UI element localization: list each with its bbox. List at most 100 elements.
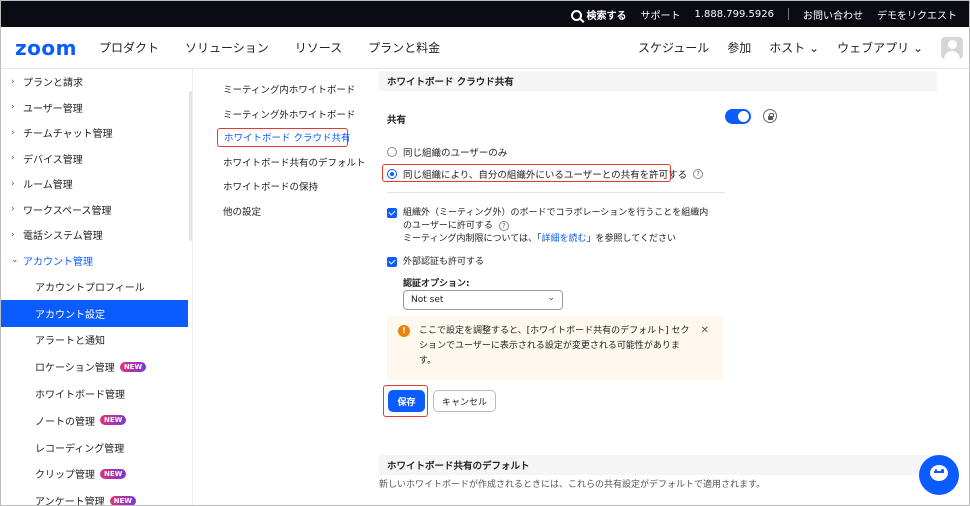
sidebar-item-users[interactable]: › ユーザー管理 — [1, 95, 192, 121]
nav-webapp-label: ウェブアプリ — [837, 41, 910, 55]
note-text: ミーティング内制限については、「 — [403, 234, 542, 244]
check-external-auth[interactable]: 外部認証も許可する — [387, 256, 484, 269]
radio-label: 同じ組織により、自分の組織外にいるユーザーとの共有を許可する — [403, 170, 688, 181]
sidebar-sub-notes[interactable]: ノートの管理 NEW — [1, 407, 192, 434]
subnav-retention[interactable]: ホワイトボードの保持 — [215, 174, 365, 198]
app-window: 検索する サポート 1.888.799.5926 お問い合わせ デモをリクエスト… — [0, 0, 970, 506]
chevron-down-icon: ⌄ — [805, 41, 820, 55]
nav-join[interactable]: 参加 — [727, 39, 751, 56]
sidebar-sub-label: ノートの管理 — [35, 416, 95, 428]
chevron-right-icon: › — [11, 229, 15, 240]
sidebar-item-label: アカウント管理 — [23, 256, 93, 268]
nav-resources[interactable]: リソース — [295, 39, 342, 56]
chevron-right-icon: › — [11, 76, 15, 87]
radio-button-selected[interactable] — [387, 169, 397, 179]
radio-label: 同じ組織のユーザーのみ — [403, 148, 508, 159]
sidebar-item-devices[interactable]: › デバイス管理 — [1, 146, 192, 172]
note-text: 」を参照してください — [586, 234, 676, 244]
chevron-right-icon: › — [11, 102, 15, 113]
sidebar-sub-clips[interactable]: クリップ管理 NEW — [1, 461, 192, 488]
radio-allow-external[interactable]: 同じ組織により、自分の組織外にいるユーザーとの共有を許可する ? — [387, 167, 704, 181]
subnav-in-meeting[interactable]: ミーティング内ホワイトボード — [215, 77, 365, 101]
chevron-right-icon: › — [11, 204, 15, 215]
sidebar-sub-label: レコーディング管理 — [35, 443, 125, 455]
settings-panel: ホワイトボード クラウド共有 共有 同じ組織のユーザーのみ 同じ組織により、自分… — [379, 69, 939, 505]
checkbox-note: ミーティング内制限については、「詳細を読む」を参照してください — [403, 233, 708, 246]
support-link[interactable]: サポート — [640, 7, 680, 22]
chat-assistant-button[interactable] — [919, 455, 959, 495]
nav-solutions[interactable]: ソリューション — [185, 39, 269, 56]
nav-webapp[interactable]: ウェブアプリ ⌄ — [837, 39, 923, 56]
share-toggle[interactable] — [725, 109, 751, 124]
warning-alert: ! ここで設定を調整すると、[ホワイトボード共有のデフォルト] セクションでユー… — [387, 316, 723, 380]
sidebar-sub-surveys[interactable]: アンケート管理 NEW — [1, 487, 192, 506]
radio-button[interactable] — [387, 147, 397, 157]
select-value: Not set — [411, 295, 444, 305]
sidebar-item-plans[interactable]: › プランと請求 — [1, 69, 192, 95]
subnav-sharing-defaults[interactable]: ホワイトボード共有のデフォルト — [215, 150, 366, 174]
sidebar-sub-recordings[interactable]: レコーディング管理 — [1, 434, 192, 461]
nav-pricing[interactable]: プランと料金 — [368, 39, 440, 56]
search-icon — [571, 9, 583, 21]
sidebar-item-label: ワークスペース管理 — [23, 205, 112, 217]
share-label: 共有 — [387, 115, 407, 126]
auth-options-select[interactable]: Not set ⌄ — [403, 290, 563, 310]
sidebar-sub-account-settings[interactable]: アカウント設定 — [1, 299, 188, 327]
sidebar-item-rooms[interactable]: › ルーム管理 — [1, 171, 192, 197]
chat-icon — [934, 469, 944, 472]
demo-link[interactable]: デモをリクエスト — [877, 7, 957, 22]
new-badge: NEW — [100, 415, 127, 426]
sidebar-sub-alerts[interactable]: アラートと通知 — [1, 327, 192, 354]
checkbox-checked[interactable] — [387, 257, 397, 267]
close-icon[interactable]: ✕ — [701, 323, 709, 338]
contact-link[interactable]: お問い合わせ — [803, 7, 863, 22]
help-icon[interactable]: ? — [693, 169, 704, 179]
checkbox-checked[interactable] — [387, 208, 397, 218]
warning-icon: ! — [398, 325, 410, 337]
sidebar-item-workspaces[interactable]: › ワークスペース管理 — [1, 197, 192, 223]
nav-schedule[interactable]: スケジュール — [638, 39, 709, 56]
sidebar-item-account[interactable]: ⌄ アカウント管理 — [1, 248, 192, 274]
save-button[interactable]: 保存 — [388, 390, 425, 412]
subnav-outside-meeting[interactable]: ミーティング外ホワイトボード — [215, 101, 365, 125]
sidebar-item-team-chat[interactable]: › チームチャット管理 — [1, 120, 192, 146]
check-collaborate-outside[interactable]: 組織外（ミーティング外）のボードでコラボレーションを行うことを組織内 のユーザー… — [387, 207, 708, 246]
help-icon[interactable]: ? — [498, 221, 509, 231]
nav-product[interactable]: プロダクト — [99, 39, 159, 56]
sidebar-sub-label: クリップ管理 — [35, 470, 95, 482]
subnav-cloud-sharing[interactable]: ホワイトボード クラウド共有 — [217, 127, 351, 147]
sidebar-sub-locations[interactable]: ロケーション管理 NEW — [1, 353, 192, 380]
checkbox-label-cont: のユーザーに許可する — [403, 221, 493, 231]
top-utility-bar: 検索する サポート 1.888.799.5926 お問い合わせ デモをリクエスト — [1, 1, 969, 27]
sidebar: › プランと請求 › ユーザー管理 › チームチャット管理 › デバイス管理 › ルーム管… — [1, 69, 193, 506]
radio-same-org[interactable]: 同じ組織のユーザーのみ — [387, 145, 507, 159]
cancel-button[interactable]: キャンセル — [433, 390, 496, 412]
sidebar-sub-whiteboard[interactable]: ホワイトボード管理 — [1, 380, 192, 407]
sidebar-scrollbar[interactable] — [189, 91, 192, 241]
new-badge: NEW — [100, 468, 127, 479]
phone-link[interactable]: 1.888.799.5926 — [694, 9, 774, 20]
lock-icon[interactable] — [763, 109, 777, 123]
checkbox-label: 外部認証も許可する — [403, 257, 485, 267]
sidebar-item-label: 電話システム管理 — [23, 231, 103, 243]
checkbox-label: 組織外（ミーティング外）のボードでコラボレーションを行うことを組織内 — [403, 208, 709, 218]
sidebar-item-phone[interactable]: › 電話システム管理 — [1, 222, 192, 248]
nav-host[interactable]: ホスト ⌄ — [769, 39, 819, 56]
search-link[interactable]: 検索する — [571, 7, 626, 22]
main-nav: zoom プロダクト ソリューション リソース プランと料金 スケジュール 参加… — [1, 27, 969, 69]
sidebar-sub-label: アカウント設定 — [35, 309, 105, 321]
avatar[interactable] — [941, 36, 963, 59]
section-description: 新しいホワイトボードが作成されるときには、これらの共有設定がデフォルトで適用され… — [379, 480, 766, 490]
zoom-logo[interactable]: zoom — [15, 36, 77, 60]
auth-options-label: 認証オプション: — [403, 279, 470, 289]
sidebar-sub-label: アカウントプロフィール — [35, 282, 145, 294]
chevron-right-icon: › — [11, 127, 15, 138]
chevron-down-icon: ⌄ — [11, 255, 19, 266]
sidebar-sub-label: アンケート管理 — [35, 497, 105, 506]
sidebar-item-label: プランと請求 — [23, 78, 83, 90]
sidebar-sub-account-profile[interactable]: アカウントプロフィール — [1, 273, 192, 300]
new-badge: NEW — [119, 361, 147, 372]
chevron-down-icon: ⌄ — [547, 293, 555, 303]
subnav-other[interactable]: 他の設定 — [215, 199, 365, 223]
read-more-link[interactable]: 詳細を読む — [542, 234, 587, 244]
